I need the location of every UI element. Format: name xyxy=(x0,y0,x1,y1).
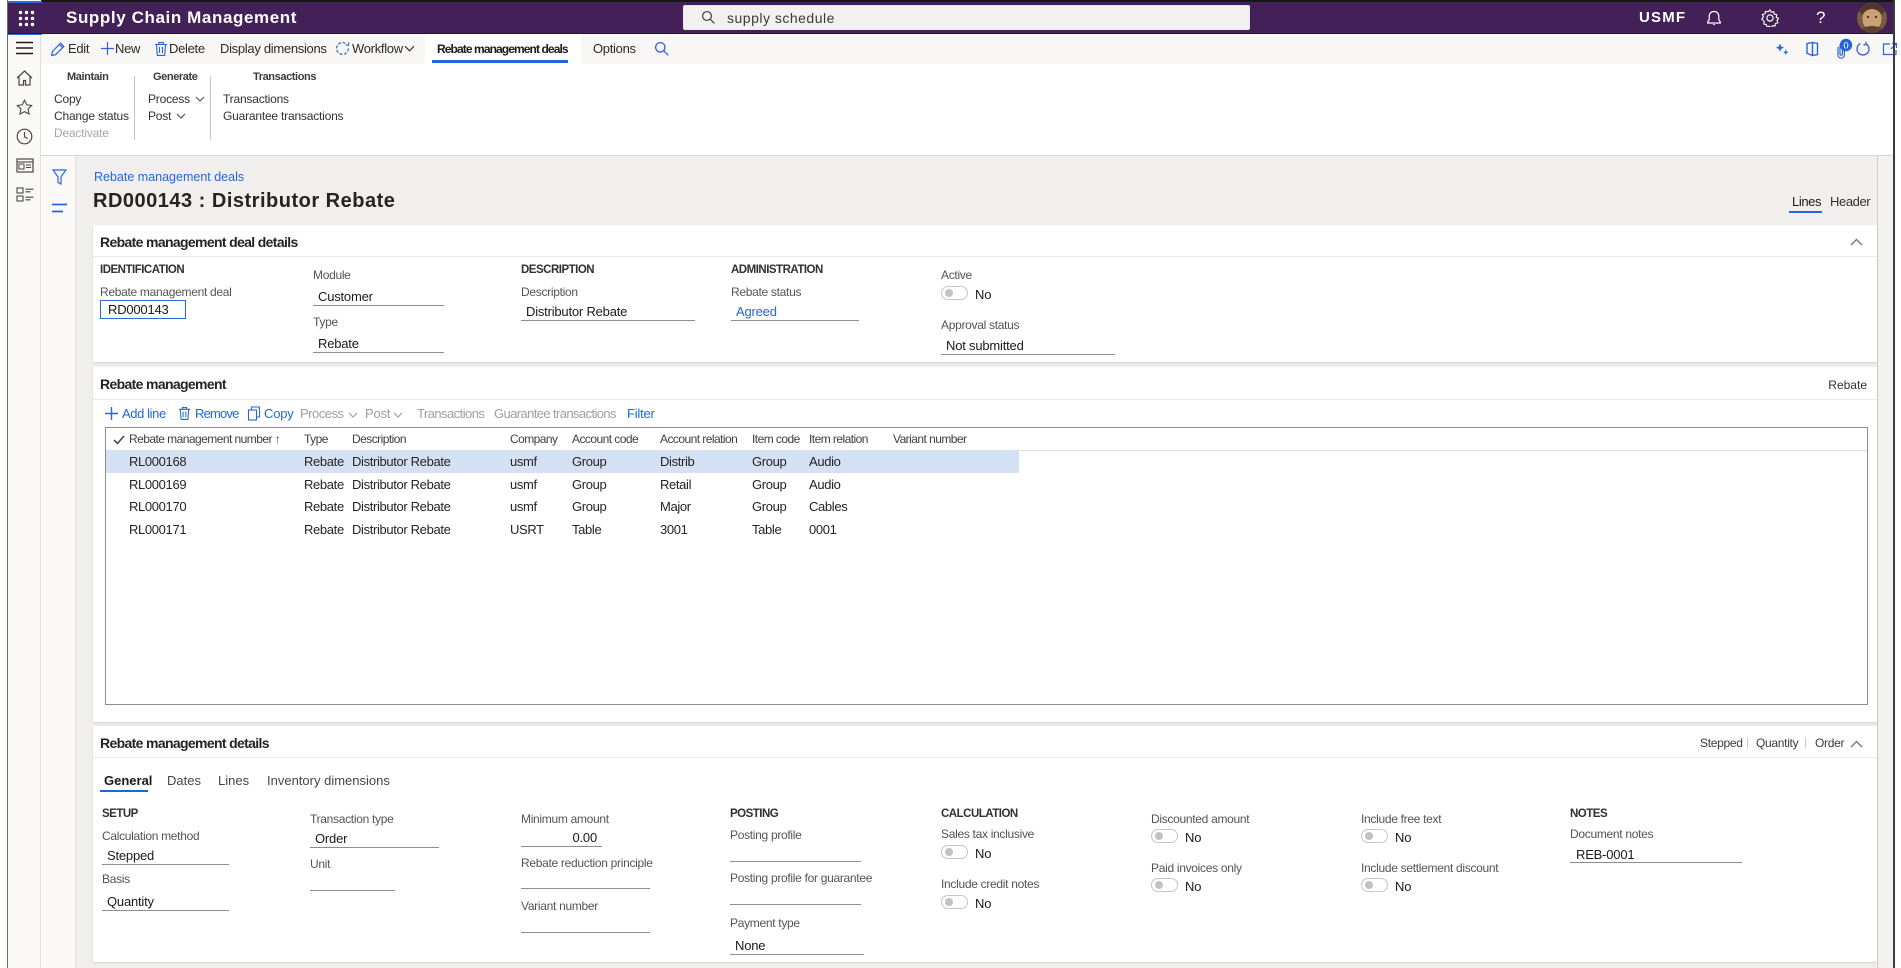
svg-text:0: 0 xyxy=(1843,40,1848,51)
